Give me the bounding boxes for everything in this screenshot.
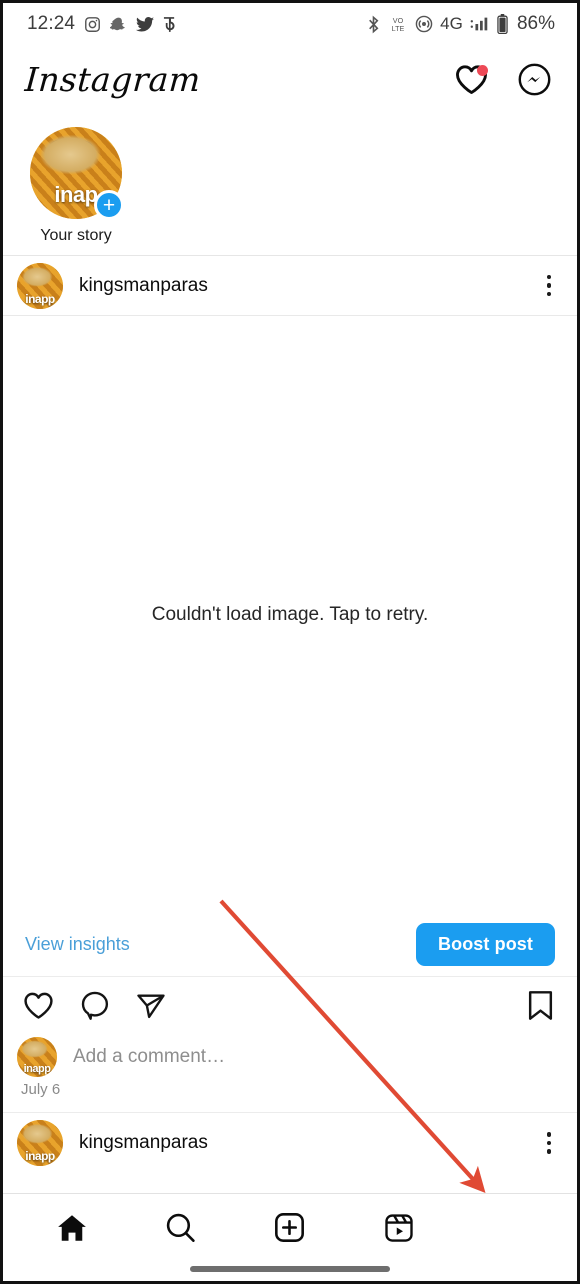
- phone-screen: 12:24 VO LTE 4G 86% Instagram inap + You…: [0, 0, 580, 1284]
- phonepe-icon: [163, 16, 175, 32]
- nav-item-home[interactable]: [34, 1203, 110, 1253]
- header-actions: [455, 63, 551, 96]
- plus-square-icon: [275, 1213, 305, 1242]
- gesture-bar[interactable]: [190, 1266, 390, 1272]
- post-insights-row: View insights Boost post: [3, 913, 577, 977]
- bottom-navigation: [3, 1193, 577, 1281]
- reels-icon: [385, 1213, 413, 1242]
- home-icon: [57, 1214, 86, 1241]
- story-your-story[interactable]: inap + Your story: [11, 127, 141, 245]
- profile-avatar-icon: [494, 1213, 523, 1242]
- avatar-overlay-text: inapp: [25, 291, 55, 306]
- signal-bars-icon: [470, 17, 488, 31]
- post-options-button[interactable]: [541, 269, 558, 303]
- nav-item-profile[interactable]: [470, 1203, 546, 1253]
- notification-dot: [477, 64, 488, 76]
- status-time: 12:24: [27, 13, 76, 34]
- snapchat-icon: [110, 17, 125, 30]
- nav-item-search[interactable]: [143, 1203, 219, 1253]
- comment-input[interactable]: Add a comment…: [73, 1046, 225, 1068]
- hotspot-icon: [415, 15, 433, 33]
- post-media-area[interactable]: Couldn't load image. Tap to retry.: [3, 316, 577, 913]
- volte-icon: VO LTE: [392, 16, 405, 33]
- post-actions-row: [3, 977, 577, 1033]
- avatar-overlay-text: inapp: [23, 1063, 51, 1076]
- messenger-button[interactable]: [518, 63, 551, 96]
- app-header: Instagram: [3, 45, 577, 113]
- story-avatar-ring: inap +: [30, 127, 124, 220]
- post-author-avatar[interactable]: inapp: [17, 1120, 63, 1166]
- post-actions-left: [23, 990, 166, 1020]
- status-bar-left: 12:24: [27, 13, 176, 35]
- bluetooth-icon: [369, 15, 379, 33]
- search-icon: [167, 1213, 195, 1242]
- instagram-icon: [85, 16, 100, 32]
- status-bar: 12:24 VO LTE 4G 86%: [3, 3, 577, 45]
- more-options-icon: [546, 1132, 551, 1137]
- post-author-avatar[interactable]: inapp: [17, 262, 63, 309]
- nav-item-reels[interactable]: [361, 1203, 437, 1253]
- view-insights-link[interactable]: View insights: [25, 934, 130, 955]
- share-icon[interactable]: [136, 990, 166, 1020]
- messenger-icon: [518, 63, 551, 95]
- stories-tray: inap + Your story: [3, 113, 577, 256]
- post: inapp kingsmanparas: [3, 1112, 577, 1173]
- save-icon[interactable]: [526, 990, 555, 1021]
- post-options-button[interactable]: [541, 1126, 558, 1160]
- boost-post-button[interactable]: Boost post: [416, 923, 555, 966]
- twitter-icon: [136, 16, 155, 31]
- comment-icon[interactable]: [80, 990, 110, 1020]
- nav-item-create[interactable]: [252, 1203, 328, 1253]
- post-username[interactable]: kingsmanparas: [79, 1132, 541, 1154]
- battery-icon: [497, 14, 508, 34]
- post-header: inapp kingsmanparas: [3, 256, 577, 316]
- instagram-logo: Instagram: [23, 59, 203, 99]
- avatar-overlay-text: inapp: [25, 1149, 55, 1164]
- current-user-avatar: inapp: [17, 1037, 57, 1077]
- more-options-icon: [546, 274, 551, 280]
- svg-text:LTE: LTE: [392, 24, 405, 33]
- post-header: inapp kingsmanparas: [3, 1113, 577, 1173]
- post: inapp kingsmanparas Couldn't load image.…: [3, 256, 577, 1098]
- network-type: 4G: [440, 14, 463, 33]
- activity-button[interactable]: [455, 64, 488, 95]
- battery-percent: 86%: [516, 13, 555, 34]
- post-username[interactable]: kingsmanparas: [79, 275, 541, 297]
- like-icon[interactable]: [23, 991, 54, 1020]
- post-date: July 6: [21, 1081, 61, 1098]
- status-bar-right: VO LTE 4G 86%: [366, 13, 555, 35]
- add-story-button[interactable]: +: [94, 190, 124, 220]
- media-error-message: Couldn't load image. Tap to retry.: [151, 603, 429, 625]
- nav-items: [3, 1194, 577, 1257]
- gesture-bar-area: [3, 1257, 577, 1281]
- story-label: Your story: [40, 227, 112, 244]
- add-comment-row[interactable]: inapp Add a comment…: [3, 1033, 577, 1077]
